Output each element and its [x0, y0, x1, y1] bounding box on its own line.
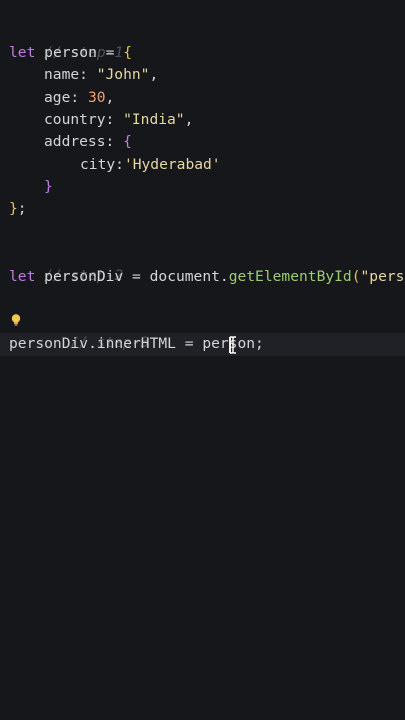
- code-line-4[interactable]: age: 30,: [44, 87, 114, 109]
- code-editor[interactable]: // step-1 let person = { name: "John", a…: [0, 0, 405, 720]
- code-line-12[interactable]: // step-3: [35, 310, 149, 351]
- string-john: "John": [96, 66, 150, 83]
- code-line-11[interactable]: let personDiv = document.getElementById(…: [9, 266, 404, 288]
- operator-assign: =: [132, 268, 141, 285]
- property-address: address:: [44, 133, 115, 150]
- close-brace: }: [9, 200, 18, 217]
- code-line-3[interactable]: name: "John",: [44, 64, 158, 86]
- code-line-8[interactable]: }: [44, 176, 53, 198]
- code-line-2[interactable]: let person = {: [9, 42, 132, 64]
- code-line-10[interactable]: // step-2: [9, 243, 123, 284]
- function-getElementById: getElementById: [228, 268, 352, 285]
- string-argument: "pers: [360, 268, 405, 285]
- open-brace: {: [123, 44, 133, 61]
- comma: ,: [149, 66, 159, 83]
- variable-person: person: [44, 44, 97, 61]
- open-paren: (: [351, 268, 361, 285]
- property-country: country:: [44, 111, 115, 128]
- operator-assign: =: [184, 335, 194, 352]
- code-line-13[interactable]: personDiv.innerHTML = person;: [9, 333, 264, 355]
- close-brace-nested: }: [44, 178, 53, 195]
- code-line-1[interactable]: // step-1: [9, 20, 123, 61]
- property-age: age:: [44, 89, 80, 106]
- ibeam-pointer-icon: [230, 336, 236, 354]
- keyword-let: let: [9, 268, 36, 285]
- operator-assign: =: [105, 44, 115, 61]
- number-30: 30: [87, 89, 106, 106]
- comma: ,: [105, 89, 115, 106]
- property-city: city:: [80, 156, 124, 173]
- code-line-5[interactable]: country: "India",: [44, 109, 193, 131]
- code-line-6[interactable]: address: {: [44, 131, 132, 153]
- open-brace-nested: {: [123, 133, 132, 150]
- code-line-7[interactable]: city:'Hyderabad': [80, 154, 221, 176]
- keyword-let: let: [9, 44, 36, 61]
- code-line-9[interactable]: };: [9, 198, 27, 220]
- string-hyderabad: 'Hyderabad': [123, 156, 221, 173]
- comma: ,: [184, 111, 194, 128]
- member-innerHTML: personDiv.innerHTML: [9, 335, 176, 352]
- variable-personDiv: personDiv: [44, 268, 124, 285]
- string-india: "India": [123, 111, 185, 128]
- semicolon: ;: [17, 200, 27, 217]
- object-document: document.: [149, 268, 229, 285]
- lightbulb-icon[interactable]: [9, 313, 23, 327]
- property-name: name:: [44, 66, 88, 83]
